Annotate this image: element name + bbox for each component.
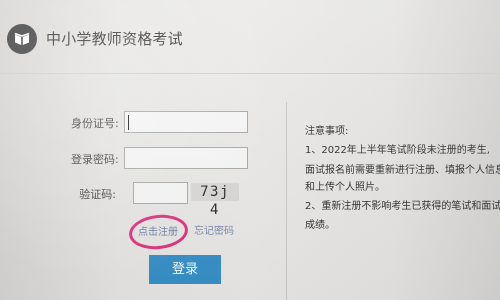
id-number-label: 身份证号: <box>71 117 119 130</box>
text-caret <box>128 115 129 130</box>
notice-line: 2、重新注册不影响考生已获得的笔试和面试 <box>305 201 500 212</box>
password-label: 登录密码: <box>71 153 119 166</box>
open-book-icon <box>7 24 37 54</box>
notice-line: 面试报名前需要重新进行注册、填报个人信息 <box>305 165 500 176</box>
id-number-input[interactable] <box>124 111 248 133</box>
header-divider <box>0 73 500 74</box>
captcha-image[interactable]: 73j 4 <box>191 183 239 218</box>
login-page: 中小学教师资格考试 身份证号: 登录密码: 验证码: 73j 4 点击注册 忘记… <box>0 0 500 300</box>
password-input[interactable] <box>124 147 248 169</box>
site-title: 中小学教师资格考试 <box>46 30 183 48</box>
forgot-password-link[interactable]: 忘记密码 <box>194 226 234 238</box>
register-highlight-circle <box>127 212 190 252</box>
notice-title: 注意事项: <box>305 126 349 137</box>
notice-line: 成绩。 <box>305 220 335 231</box>
captcha-input[interactable] <box>133 182 188 204</box>
notice-line: 和上传个人照片。 <box>305 182 385 193</box>
login-button[interactable]: 登录 <box>149 255 221 284</box>
notice-line: 1、2022年上半年笔试阶段未注册的考生, <box>305 145 490 156</box>
notice-divider <box>286 102 287 300</box>
captcha-label: 验证码: <box>79 188 116 201</box>
